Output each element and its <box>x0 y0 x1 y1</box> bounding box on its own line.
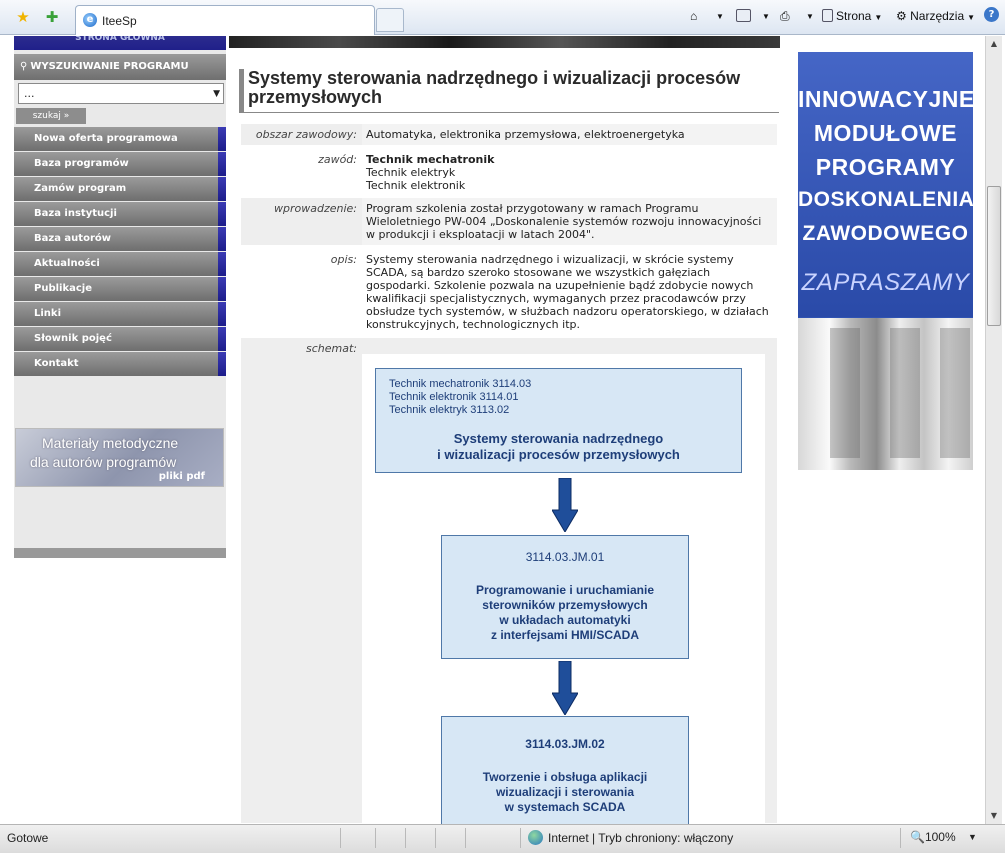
row-wprowadzenie: wprowadzenie: Program szkolenia został p… <box>241 198 777 246</box>
module-title: wizualizacji i sterowania <box>495 785 635 799</box>
profession-code: Technik mechatronik 3114.03 <box>389 378 532 390</box>
diagram-title: i wizualizacji procesów przemysłowych <box>437 447 680 462</box>
page-menu[interactable]: Strona ▼ <box>822 9 882 23</box>
materials-banner[interactable]: Materiały metodyczne dla autorów program… <box>15 428 224 487</box>
row-value: Automatyka, elektronika przemysłowa, ele… <box>362 124 777 145</box>
favorites-star-icon[interactable]: ★ <box>14 8 32 26</box>
module-title: w układach automatyki <box>499 613 631 627</box>
chevron-down-icon: ▼ <box>213 89 220 99</box>
scroll-up-icon[interactable]: ▲ <box>986 36 1002 52</box>
search-icon: ⚲ <box>20 61 28 72</box>
program-select[interactable]: ... ▼ <box>18 83 224 104</box>
arrow-down-icon <box>552 661 578 715</box>
arrow-down-icon <box>552 478 578 532</box>
page-icon <box>822 9 833 22</box>
primary-profession: Technik mechatronik <box>366 153 495 166</box>
scroll-down-icon[interactable]: ▼ <box>986 808 1002 824</box>
menu-item-nowa-oferta[interactable]: Nowa oferta programowa <box>14 127 226 151</box>
feeds-icon[interactable] <box>736 9 754 23</box>
menu-item-baza-instytucji[interactable]: Baza instytucji <box>14 202 226 226</box>
profession-code: Technik elektryk 3113.02 <box>389 404 510 416</box>
menu-item-publikacje[interactable]: Publikacje <box>14 277 226 301</box>
print-dropdown-icon[interactable]: ▼ <box>806 12 814 21</box>
row-value: Systemy sterowania nadrzędnego i wizuali… <box>362 249 777 334</box>
globe-icon <box>528 830 543 845</box>
banner-photo <box>798 318 973 470</box>
ie-page-icon: e <box>83 13 97 27</box>
home-link[interactable]: STRONA GŁÓWNA <box>14 36 226 50</box>
row-value: Program szkolenia został przygotowany w … <box>362 198 777 245</box>
new-tab-button[interactable] <box>376 8 404 32</box>
main-menu: Nowa oferta programowa Baza programów Za… <box>14 127 226 376</box>
page-title-block: Systemy sterowania nadrzędnego i wizuali… <box>239 69 779 113</box>
zoom-level[interactable]: 🔍100% <box>910 830 956 844</box>
menu-item-baza-autorow[interactable]: Baza autorów <box>14 227 226 251</box>
menu-item-kontakt[interactable]: Kontakt <box>14 352 226 376</box>
menu-item-aktualnosci[interactable]: Aktualności <box>14 252 226 276</box>
sidebar-footer-bar <box>14 548 226 558</box>
module-title: sterowników przemysłowych <box>482 598 648 612</box>
row-value: Technik mechatronik Technik elektryk Tec… <box>362 149 777 195</box>
module-title: z interfejsami HMI/SCADA <box>490 628 640 642</box>
menu-item-linki[interactable]: Linki <box>14 302 226 326</box>
menu-item-zamow-program[interactable]: Zamów program <box>14 177 226 201</box>
tools-menu[interactable]: ⚙ Narzędzia ▼ <box>896 9 975 23</box>
status-bar: Gotowe Internet | Tryb chroniony: włączo… <box>0 824 1005 853</box>
add-favorite-icon[interactable]: ✚ <box>43 8 61 26</box>
tab-title: IteeSp <box>102 14 137 28</box>
row-opis: opis: Systemy sterowania nadrzędnego i w… <box>241 249 777 335</box>
row-zawod: zawód: Technik mechatronik Technik elekt… <box>241 149 777 196</box>
row-label: obszar zawodowy: <box>255 128 357 141</box>
module-title: Tworzenie i obsługa aplikacji <box>482 770 648 784</box>
status-text: Gotowe <box>7 831 49 845</box>
row-obszar: obszar zawodowy: Automatyka, elektronika… <box>241 124 777 146</box>
promo-banner[interactable]: INNOWACYJNE MODUŁOWE PROGRAMY DOSKONALEN… <box>798 52 973 470</box>
schema-diagram: Technik mechatronik 3114.03 Technik elek… <box>362 354 765 824</box>
security-zone[interactable]: Internet | Tryb chroniony: włączony <box>548 831 733 845</box>
vertical-scrollbar[interactable]: ▲ ▼ <box>985 36 1002 824</box>
left-sidebar: STRONA GŁÓWNA ⚲ WYSZUKIWANIE PROGRAMU ...… <box>14 36 226 558</box>
home-dropdown-icon[interactable]: ▼ <box>716 12 724 21</box>
row-label: zawód: <box>318 153 357 166</box>
home-icon[interactable]: ⌂ <box>690 9 697 23</box>
profession: Technik elektronik <box>366 179 466 192</box>
row-label: opis: <box>330 253 357 266</box>
menu-item-slownik[interactable]: Słownik pojęć <box>14 327 226 351</box>
feeds-dropdown-icon[interactable]: ▼ <box>762 12 770 21</box>
menu-item-baza-programow[interactable]: Baza programów <box>14 152 226 176</box>
scroll-thumb[interactable] <box>987 186 1001 326</box>
row-label: schemat: <box>306 342 357 355</box>
browser-tab[interactable]: e IteeSp <box>75 5 375 35</box>
profession-code: Technik elektronik 3114.01 <box>389 391 519 403</box>
print-icon[interactable]: ⎙ <box>780 9 790 24</box>
module-title: w systemach SCADA <box>504 800 626 814</box>
page-title: Systemy sterowania nadrzędnego i wizuali… <box>248 68 741 107</box>
gear-icon: ⚙ <box>896 9 907 23</box>
browser-toolbar: ★ ✚ e IteeSp ⌂ ▼ ▼ ⎙ ▼ Strona ▼ ⚙ Narzędz… <box>0 0 1005 35</box>
chevron-down-icon[interactable]: ▼ <box>968 832 977 842</box>
module-code: 3114.03.JM.02 <box>525 737 605 751</box>
diagram-title: Systemy sterowania nadrzędnego <box>453 431 664 446</box>
module-code: 3114.03.JM.01 <box>525 550 605 564</box>
diagram-box-profession: Technik mechatronik 3114.03 Technik elek… <box>375 368 742 473</box>
help-icon[interactable]: ? <box>984 7 999 22</box>
diagram-box-module-2: 3114.03.JM.02 Tworzenie i obsługa aplika… <box>441 716 689 824</box>
profession: Technik elektryk <box>366 166 456 179</box>
search-button[interactable]: szukaj » <box>16 108 86 124</box>
search-header: ⚲ WYSZUKIWANIE PROGRAMU <box>14 54 226 80</box>
chevron-down-icon: ▼ <box>874 13 883 22</box>
module-title: Programowanie i uruchamianie <box>475 583 655 597</box>
web-page: STRONA GŁÓWNA ⚲ WYSZUKIWANIE PROGRAMU ...… <box>0 36 985 824</box>
row-label: wprowadzenie: <box>274 202 357 215</box>
chevron-down-icon: ▼ <box>967 13 976 22</box>
header-photo <box>229 36 780 48</box>
diagram-box-module-1: 3114.03.JM.01 Programowanie i uruchamian… <box>441 535 689 659</box>
